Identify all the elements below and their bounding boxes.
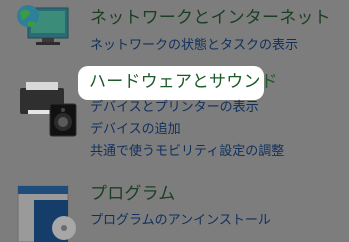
network-icon[interactable]: [14, 2, 72, 46]
network-heading-link[interactable]: ネットワークとインターネット: [90, 7, 331, 29]
programs-icon[interactable]: [12, 180, 78, 242]
uninstall-program-link[interactable]: プログラムのアンインストール: [90, 212, 271, 230]
control-panel-category-view: ネットワークとインターネット ネットワークの状態とタスクの表示 ハードウェアとサ…: [0, 0, 349, 242]
add-device-link[interactable]: デバイスの追加: [90, 121, 181, 139]
network-status-link[interactable]: ネットワークの状態とタスクの表示: [90, 37, 298, 55]
hardware-icon[interactable]: [14, 80, 80, 140]
programs-heading-link[interactable]: プログラム: [90, 183, 176, 205]
devices-printers-link[interactable]: デバイスとプリンターの表示: [90, 99, 259, 117]
hardware-heading-highlight: ハードウェアとサウンド: [78, 66, 278, 100]
hardware-heading-link[interactable]: ハードウェアとサウンド: [89, 71, 278, 93]
mobility-settings-link[interactable]: 共通で使うモビリティ設定の調整: [90, 143, 284, 161]
